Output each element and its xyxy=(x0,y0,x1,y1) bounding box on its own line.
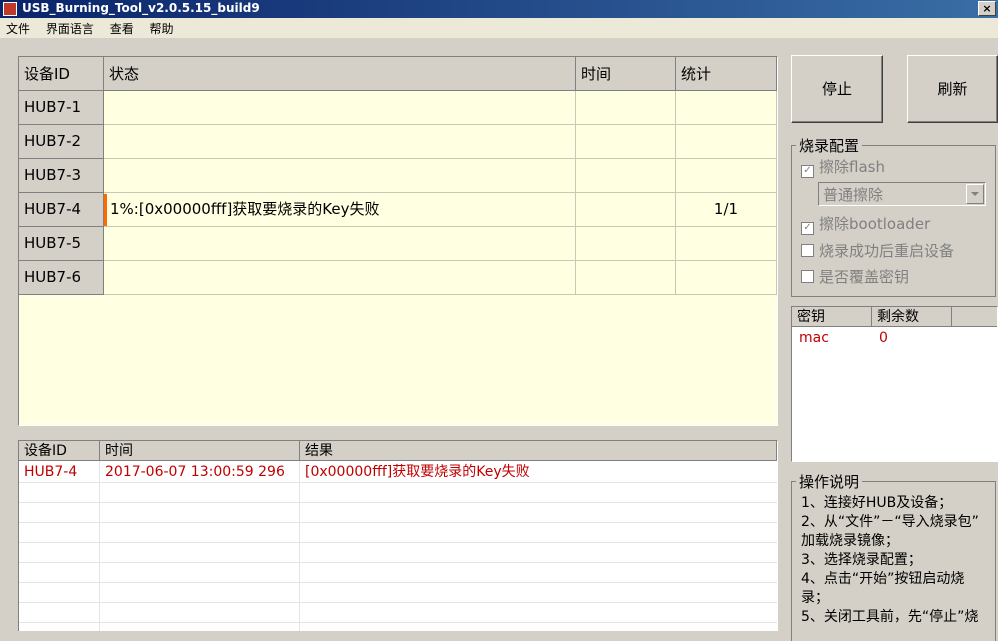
key-name: mac xyxy=(799,330,829,346)
status-cell xyxy=(104,91,576,125)
burn-config-title: 烧录配置 xyxy=(796,135,863,156)
device-table: 设备ID 状态 时间 统计 HUB7-1 HUB7-2 HUB7-3 HUB7-… xyxy=(18,56,778,426)
close-button[interactable]: × xyxy=(978,1,996,16)
device-id-cell: HUB7-2 xyxy=(19,125,104,159)
device-id-cell: HUB7-5 xyxy=(19,227,104,261)
column-empty xyxy=(952,307,997,327)
column-stats[interactable]: 统计 xyxy=(676,57,777,91)
checkbox-box: ✓ xyxy=(801,222,814,235)
instructions-title: 操作说明 xyxy=(796,471,863,492)
refresh-button[interactable]: 刷新 xyxy=(907,55,998,123)
log-device-id: HUB7-4 xyxy=(24,464,78,480)
instruction-line: 2、从“文件”－“导入烧录包” xyxy=(801,514,979,530)
time-cell xyxy=(576,261,676,295)
time-cell xyxy=(576,125,676,159)
stop-button[interactable]: 停止 xyxy=(791,55,883,123)
reboot-after-label: 烧录成功后重启设备 xyxy=(819,242,955,260)
table-row xyxy=(19,503,777,523)
checkbox-box xyxy=(801,244,814,257)
stats-cell xyxy=(676,227,777,261)
app-icon xyxy=(3,2,17,16)
table-row xyxy=(19,543,777,563)
stats-cell xyxy=(676,159,777,193)
reboot-after-checkbox[interactable]: 烧录成功后重启设备 xyxy=(801,240,954,261)
status-cell: 1%:[0x00000fff]获取要烧录的Key失败 xyxy=(104,193,576,227)
column-status[interactable]: 状态 xyxy=(104,57,576,91)
key-remaining: 0 xyxy=(879,330,888,346)
table-row xyxy=(19,483,777,503)
column-remaining[interactable]: 剩余数 xyxy=(872,307,952,327)
log-time: 2017-06-07 13:00:59 296 xyxy=(105,464,285,480)
time-cell xyxy=(576,91,676,125)
stats-cell xyxy=(676,91,777,125)
stats-cell xyxy=(676,261,777,295)
erase-flash-checkbox[interactable]: ✓ 擦除flash xyxy=(801,156,885,178)
device-id-cell: HUB7-1 xyxy=(19,91,104,125)
overwrite-key-checkbox[interactable]: 是否覆盖密钥 xyxy=(801,266,909,287)
stats-cell xyxy=(676,125,777,159)
table-row xyxy=(19,603,777,623)
title-bar: USB_Burning_Tool_v2.0.5.15_build9 × xyxy=(0,0,998,18)
time-cell xyxy=(576,227,676,261)
chevron-down-icon[interactable] xyxy=(966,184,984,204)
menu-bar: 文件 界面语言 查看 帮助 xyxy=(0,18,998,38)
column-device-id[interactable]: 设备ID xyxy=(19,441,100,461)
log-result: [0x00000fff]获取要烧录的Key失败 xyxy=(305,464,530,480)
checkbox-box: ✓ xyxy=(801,165,814,178)
column-time[interactable]: 时间 xyxy=(576,57,676,91)
erase-bootloader-checkbox[interactable]: ✓ 擦除bootloader xyxy=(801,213,930,235)
device-id-cell: HUB7-6 xyxy=(19,261,104,295)
menu-language[interactable]: 界面语言 xyxy=(40,18,100,37)
time-cell xyxy=(576,193,676,227)
status-cell xyxy=(104,125,576,159)
table-row xyxy=(19,583,777,603)
table-row xyxy=(19,523,777,543)
erase-mode-select[interactable]: 普通擦除 xyxy=(818,182,986,206)
device-id-cell: HUB7-3 xyxy=(19,159,104,193)
log-table: 设备ID 时间 结果 HUB7-4 2017-06-07 13:00:59 29… xyxy=(18,440,778,631)
key-table: 密钥 剩余数 mac 0 xyxy=(791,306,998,462)
instruction-line: 录； xyxy=(801,590,829,606)
table-row[interactable]: HUB7-4 2017-06-07 13:00:59 296 [0x00000f… xyxy=(19,463,777,483)
instruction-line: 4、点击“开始”按钮启动烧 xyxy=(801,571,965,587)
instruction-line: 加载烧录镜像； xyxy=(801,533,899,549)
time-cell xyxy=(576,159,676,193)
instruction-line: 1、连接好HUB及设备； xyxy=(801,495,953,511)
instruction-line: 5、关闭工具前，先“停止”烧 xyxy=(801,609,979,625)
overwrite-key-label: 是否覆盖密钥 xyxy=(819,268,910,286)
instructions-text: 1、连接好HUB及设备； 2、从“文件”－“导入烧录包” 加载烧录镜像； 3、选… xyxy=(801,494,996,627)
checkbox-box xyxy=(801,270,814,283)
table-row xyxy=(19,563,777,583)
device-id-cell: HUB7-4 xyxy=(19,193,104,227)
erase-bootloader-label: 擦除bootloader xyxy=(819,215,931,233)
menu-file[interactable]: 文件 xyxy=(0,18,36,37)
erase-flash-label: 擦除flash xyxy=(819,158,885,176)
erase-mode-value: 普通擦除 xyxy=(823,186,884,204)
instruction-line: 3、选择烧录配置； xyxy=(801,552,922,568)
window-title: USB_Burning_Tool_v2.0.5.15_build9 xyxy=(22,1,260,15)
menu-help[interactable]: 帮助 xyxy=(144,18,180,37)
column-key[interactable]: 密钥 xyxy=(792,307,872,327)
column-time[interactable]: 时间 xyxy=(100,441,300,461)
status-cell xyxy=(104,159,576,193)
column-result[interactable]: 结果 xyxy=(300,441,777,461)
status-cell xyxy=(104,261,576,295)
column-device-id[interactable]: 设备ID xyxy=(19,57,104,91)
table-row[interactable]: mac 0 xyxy=(792,329,997,349)
menu-view[interactable]: 查看 xyxy=(104,18,140,37)
stats-cell: 1/1 xyxy=(676,193,777,227)
status-cell xyxy=(104,227,576,261)
